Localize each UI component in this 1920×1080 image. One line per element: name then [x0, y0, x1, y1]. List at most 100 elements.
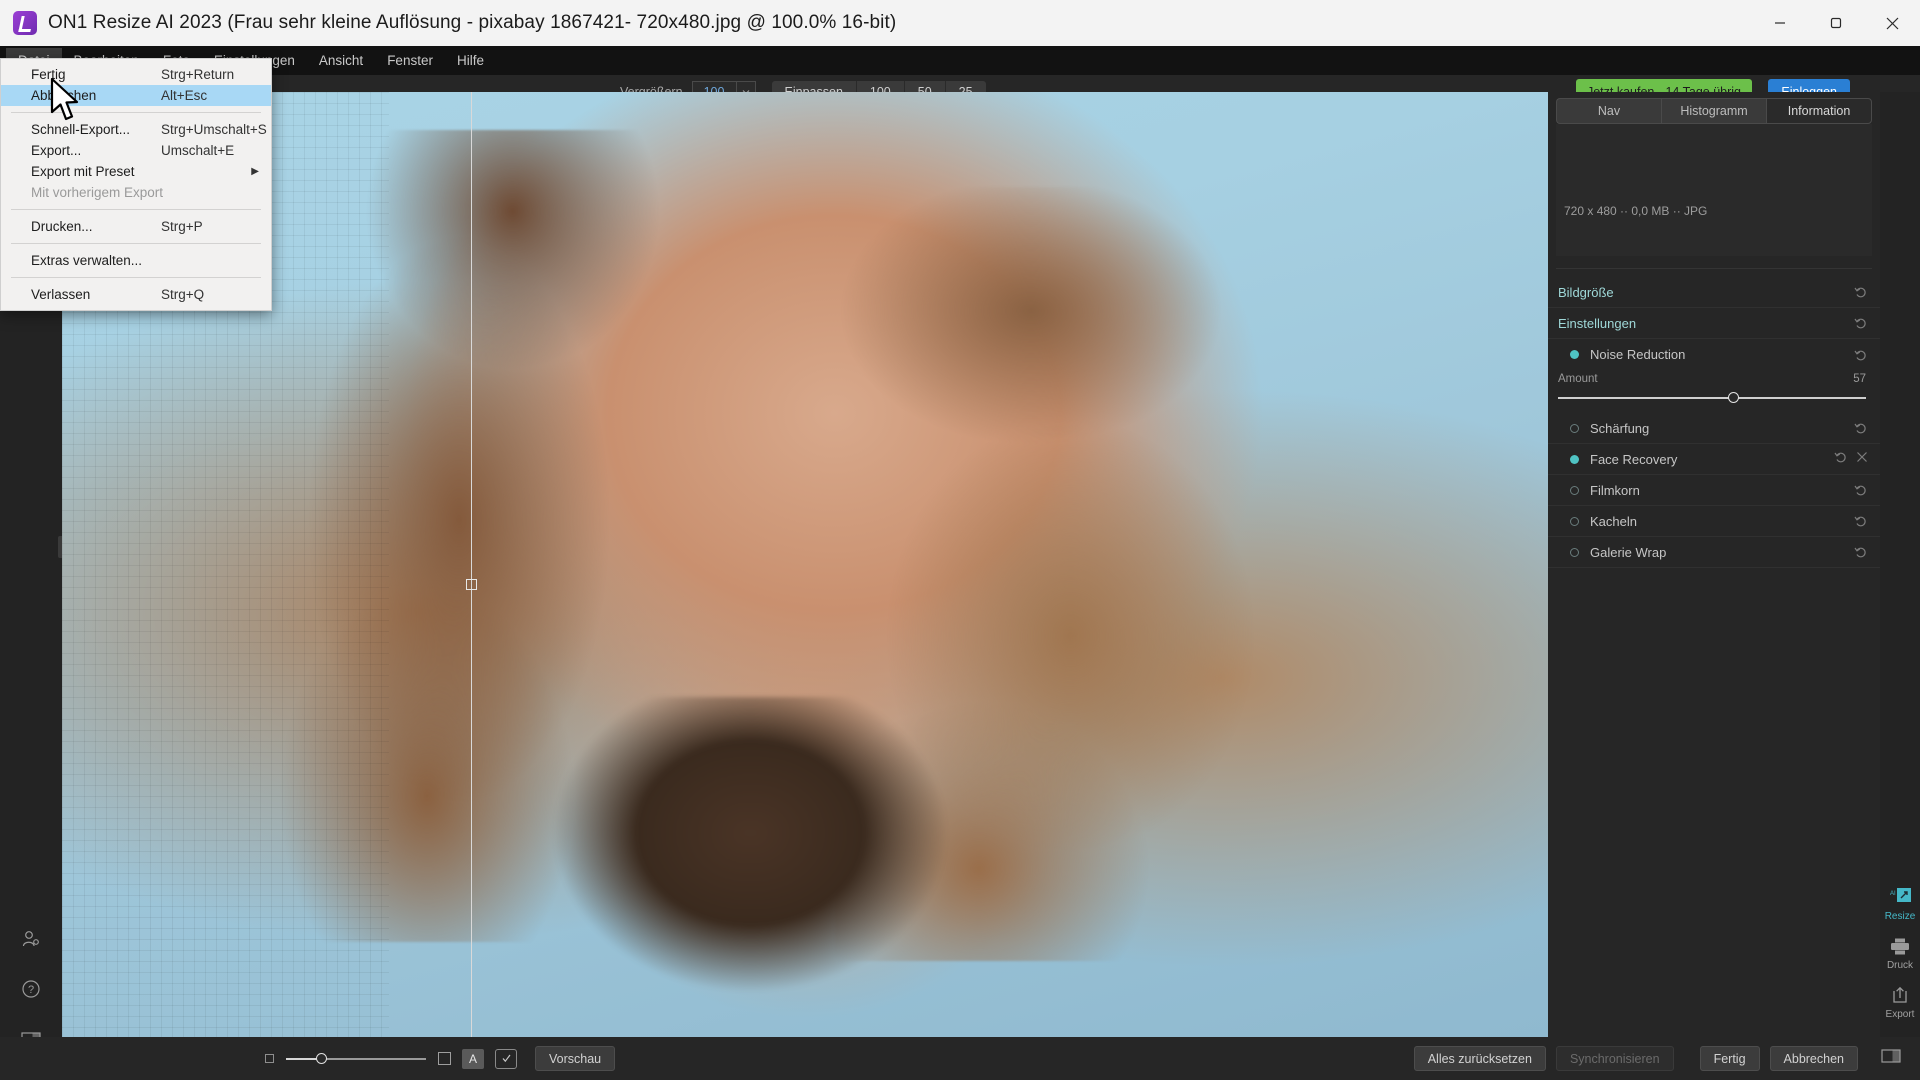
- reset-icon[interactable]: [1854, 421, 1868, 435]
- section-bildgroesse-label: Bildgröße: [1558, 284, 1614, 300]
- image-canvas[interactable]: [62, 92, 1548, 1037]
- menu-separator: [11, 277, 261, 278]
- close-icon[interactable]: [1856, 450, 1868, 468]
- effect-noise-reduction-label: Noise Reduction: [1590, 347, 1686, 362]
- module-druck[interactable]: Druck: [1880, 934, 1920, 971]
- amount-slider-knob[interactable]: [1728, 392, 1740, 403]
- menu-item-verlassen-accel: Strg+Q: [161, 287, 205, 302]
- small-thumb-icon[interactable]: [265, 1054, 274, 1063]
- module-resize-label: Resize: [1884, 911, 1916, 922]
- effect-filmkorn[interactable]: Filmkorn: [1548, 475, 1880, 506]
- panel-toggle-icon[interactable]: [1880, 1048, 1902, 1069]
- effect-schaerfung[interactable]: Schärfung: [1548, 413, 1880, 444]
- before-after-split-handle[interactable]: [465, 578, 477, 590]
- effect-kacheln-label: Kacheln: [1590, 513, 1637, 529]
- reset-icon[interactable]: [1834, 450, 1848, 469]
- bottom-bar-right: Alles zurücksetzen Synchronisieren Ferti…: [1413, 1046, 1858, 1071]
- amount-value: 57: [1853, 373, 1866, 385]
- reset-icon[interactable]: [1854, 348, 1868, 362]
- text-overlay-icon[interactable]: A: [462, 1048, 484, 1069]
- toggle-bullet-icon[interactable]: [1570, 423, 1579, 433]
- menu-item-schnell-export[interactable]: Schnell-Export... Strg+Umschalt+S: [1, 119, 271, 140]
- effect-noise-reduction[interactable]: Noise Reduction: [1548, 339, 1880, 370]
- menu-ansicht[interactable]: Ansicht: [307, 48, 375, 74]
- reset-icon[interactable]: [1854, 285, 1868, 299]
- user-add-icon[interactable]: [12, 920, 50, 958]
- menu-item-extras-verwalten[interactable]: Extras verwalten...: [1, 250, 271, 271]
- menu-separator: [11, 112, 261, 113]
- effect-kacheln[interactable]: Kacheln: [1548, 506, 1880, 537]
- reset-all-button[interactable]: Alles zurücksetzen: [1413, 1046, 1546, 1071]
- help-circle-icon[interactable]: ?: [12, 970, 50, 1008]
- menu-item-verlassen[interactable]: Verlassen Strg+Q: [1, 284, 271, 305]
- module-resize[interactable]: AI Resize: [1880, 885, 1920, 922]
- file-menu-dropdown[interactable]: Fertig Strg+Return Abbrechen Alt+Esc Sch…: [0, 58, 272, 311]
- svg-text:?: ?: [28, 984, 34, 996]
- amount-slider[interactable]: [1558, 392, 1866, 403]
- window-title: ON1 Resize AI 2023 (Frau sehr kleine Auf…: [48, 12, 897, 33]
- printer-icon: [1880, 934, 1920, 958]
- svg-text:AI: AI: [1890, 891, 1896, 897]
- menu-item-export[interactable]: Export... Umschalt+E: [1, 140, 271, 161]
- effect-filmkorn-label: Filmkorn: [1590, 482, 1640, 498]
- menu-item-abbrechen-label: Abbrechen: [31, 88, 97, 103]
- menu-item-export-accel: Umschalt+E: [161, 143, 235, 158]
- tab-information[interactable]: Information: [1766, 98, 1872, 124]
- menu-item-abbrechen[interactable]: Abbrechen Alt+Esc: [1, 85, 271, 106]
- module-export[interactable]: Export: [1880, 983, 1920, 1020]
- information-pane: 720 x 480 ·· 0,0 MB ·· JPG: [1556, 124, 1872, 256]
- toggle-bullet-icon[interactable]: [1570, 350, 1579, 359]
- settings-list: Bildgröße Einstellungen Noise Reduction: [1548, 277, 1880, 568]
- effect-galerie-wrap-label: Galerie Wrap: [1590, 544, 1667, 560]
- thumbnail-size-knob[interactable]: [316, 1053, 327, 1064]
- minimize-icon[interactable]: [1752, 0, 1808, 46]
- toggle-bullet-icon[interactable]: [1570, 516, 1579, 526]
- maximize-icon[interactable]: [1808, 0, 1864, 46]
- toggle-bullet-icon[interactable]: [1570, 454, 1579, 464]
- menu-item-mit-vorherigem-export: Mit vorherigem Export: [1, 182, 271, 203]
- done-button[interactable]: Fertig: [1699, 1046, 1760, 1071]
- ai-resize-icon: AI: [1880, 885, 1920, 909]
- menu-fenster[interactable]: Fenster: [375, 48, 445, 74]
- title-bar: ON1 Resize AI 2023 (Frau sehr kleine Auf…: [0, 0, 1920, 46]
- effect-face-recovery[interactable]: Face Recovery: [1548, 444, 1880, 475]
- section-einstellungen-label: Einstellungen: [1558, 315, 1637, 331]
- preview-photo: [62, 92, 1548, 1037]
- reset-icon[interactable]: [1854, 483, 1868, 497]
- section-bildgroesse[interactable]: Bildgröße: [1548, 277, 1880, 308]
- before-after-split-line[interactable]: [470, 92, 472, 1037]
- amount-slider-row: Amount 57: [1548, 370, 1880, 413]
- synchronize-button: Synchronisieren: [1555, 1046, 1674, 1071]
- section-einstellungen[interactable]: Einstellungen: [1548, 308, 1880, 339]
- module-druck-label: Druck: [1886, 960, 1914, 971]
- close-icon[interactable]: [1864, 0, 1920, 46]
- reset-icon[interactable]: [1854, 316, 1868, 330]
- menu-item-drucken-label: Drucken...: [31, 219, 93, 234]
- thumbnail-size-slider[interactable]: [286, 1053, 426, 1064]
- menu-bar: Datei Bearbeiten Foto Einstellungen Ansi…: [0, 46, 1920, 75]
- soft-proof-icon[interactable]: [495, 1048, 517, 1069]
- toggle-bullet-icon[interactable]: [1570, 485, 1579, 495]
- effect-galerie-wrap[interactable]: Galerie Wrap: [1548, 537, 1880, 568]
- large-thumb-icon[interactable]: [438, 1052, 451, 1065]
- reset-icon[interactable]: [1854, 514, 1868, 528]
- menu-item-export-label: Export...: [31, 143, 82, 158]
- menu-item-export-mit-preset[interactable]: Export mit Preset ▶: [1, 161, 271, 182]
- on1-logo-icon: [13, 11, 37, 35]
- menu-item-fertig-label: Fertig: [31, 67, 66, 82]
- panel-divider: [1556, 268, 1872, 269]
- preview-button[interactable]: Vorschau: [535, 1046, 616, 1071]
- tab-nav[interactable]: Nav: [1556, 98, 1661, 124]
- right-panel-tabs: Nav Histogramm Information: [1548, 92, 1880, 124]
- submenu-arrow-icon: ▶: [251, 166, 259, 177]
- module-export-label: Export: [1885, 1009, 1915, 1020]
- tab-histogramm[interactable]: Histogramm: [1661, 98, 1766, 124]
- toggle-bullet-icon[interactable]: [1570, 547, 1579, 557]
- menu-separator: [11, 243, 261, 244]
- menu-item-drucken[interactable]: Drucken... Strg+P: [1, 216, 271, 237]
- menu-separator: [11, 209, 261, 210]
- menu-hilfe[interactable]: Hilfe: [445, 48, 496, 74]
- menu-item-fertig[interactable]: Fertig Strg+Return: [1, 64, 271, 85]
- reset-icon[interactable]: [1854, 545, 1868, 559]
- cancel-button[interactable]: Abbrechen: [1769, 1046, 1858, 1071]
